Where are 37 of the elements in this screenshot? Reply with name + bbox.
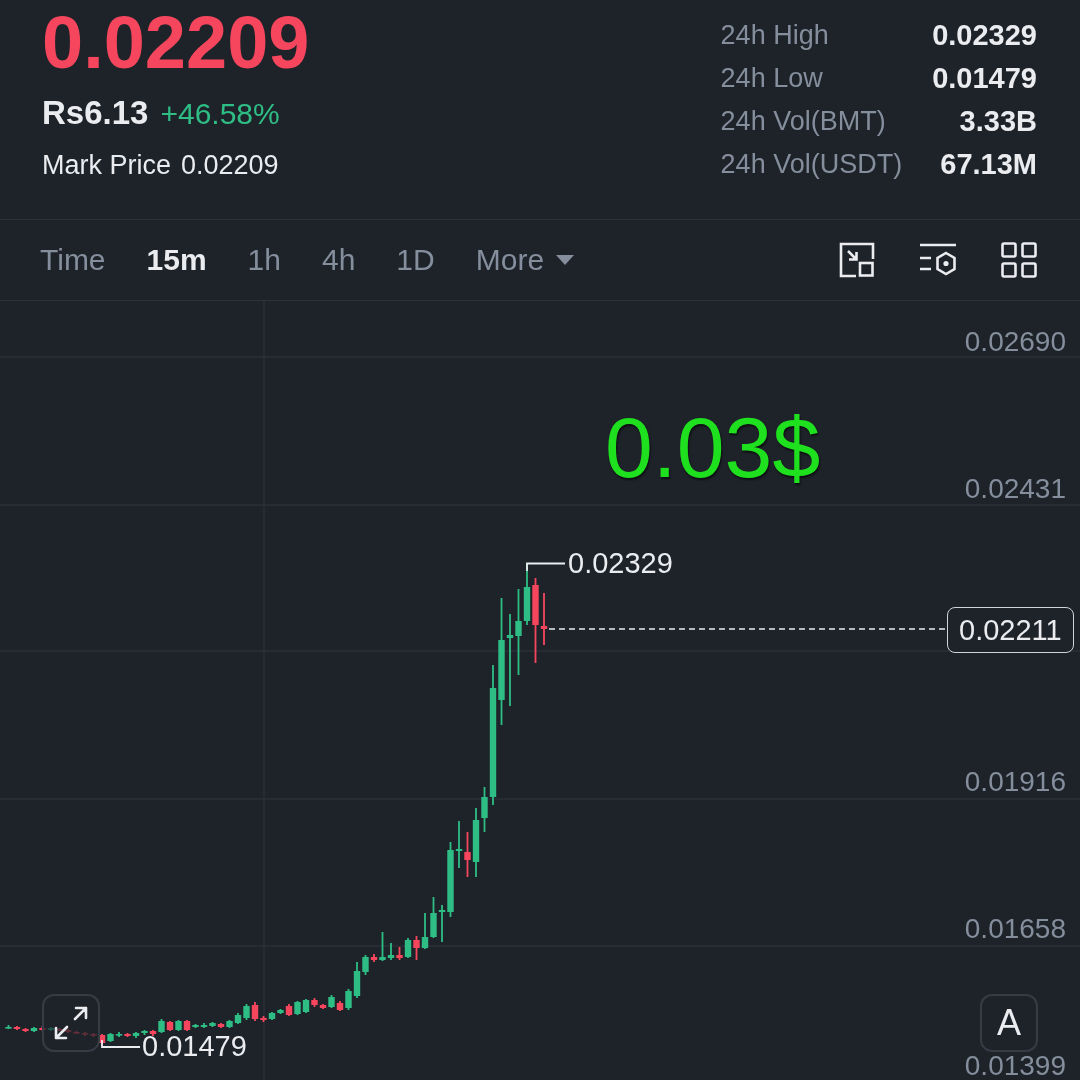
- price-axis-label: 0.02431: [964, 475, 1066, 504]
- stat-value: 0.02329: [932, 19, 1037, 52]
- interval-tab[interactable]: 1h: [247, 242, 281, 278]
- low-marker-line: [101, 1039, 141, 1048]
- mark-price-label: Mark Price: [42, 148, 171, 181]
- window-arrow-icon[interactable]: [839, 242, 875, 278]
- stat-label: 24h Low: [720, 63, 824, 94]
- price-axis-label: 0.02690: [964, 328, 1066, 356]
- stat-label: 24h Vol(USDT): [720, 149, 903, 180]
- caret-icon: [556, 255, 575, 265]
- price-change: +46.58%: [160, 96, 280, 132]
- price-annotation: 0.03$: [605, 404, 821, 490]
- last-price: 0.02209: [42, 6, 310, 80]
- low-price-label: 0.01479: [142, 1032, 247, 1061]
- stat-label: 24h High: [720, 20, 830, 51]
- expand-icon: [54, 1006, 88, 1040]
- high-price-label: 0.02329: [568, 549, 673, 578]
- stat-value: 67.13M: [940, 148, 1037, 181]
- more-dropdown[interactable]: More: [475, 242, 575, 278]
- high-marker-line: [526, 562, 566, 572]
- price-axis-label: 0.01658: [964, 914, 1066, 943]
- stat-value: 3.33B: [959, 105, 1037, 138]
- price-axis-label: 0.01399: [964, 1052, 1066, 1080]
- interval-tab[interactable]: 15m: [146, 242, 207, 278]
- interval-tab[interactable]: 4h: [322, 242, 356, 278]
- auto-scale-button[interactable]: A: [980, 994, 1038, 1052]
- mark-price-value: 0.02209: [181, 148, 279, 181]
- fiat-price: Rs6.13: [42, 93, 149, 133]
- stat-value: 0.01479: [932, 62, 1037, 95]
- interval-tab[interactable]: Time: [40, 242, 106, 278]
- last-price-tag: 0.02211: [947, 607, 1074, 653]
- indicator-settings-icon[interactable]: [919, 242, 957, 278]
- expand-button[interactable]: [42, 994, 100, 1052]
- interval-tab[interactable]: 1D: [396, 242, 435, 278]
- stat-label: 24h Vol(BMT): [720, 106, 887, 137]
- grid-icon[interactable]: [1001, 242, 1037, 278]
- price-axis-label: 0.01916: [964, 768, 1066, 797]
